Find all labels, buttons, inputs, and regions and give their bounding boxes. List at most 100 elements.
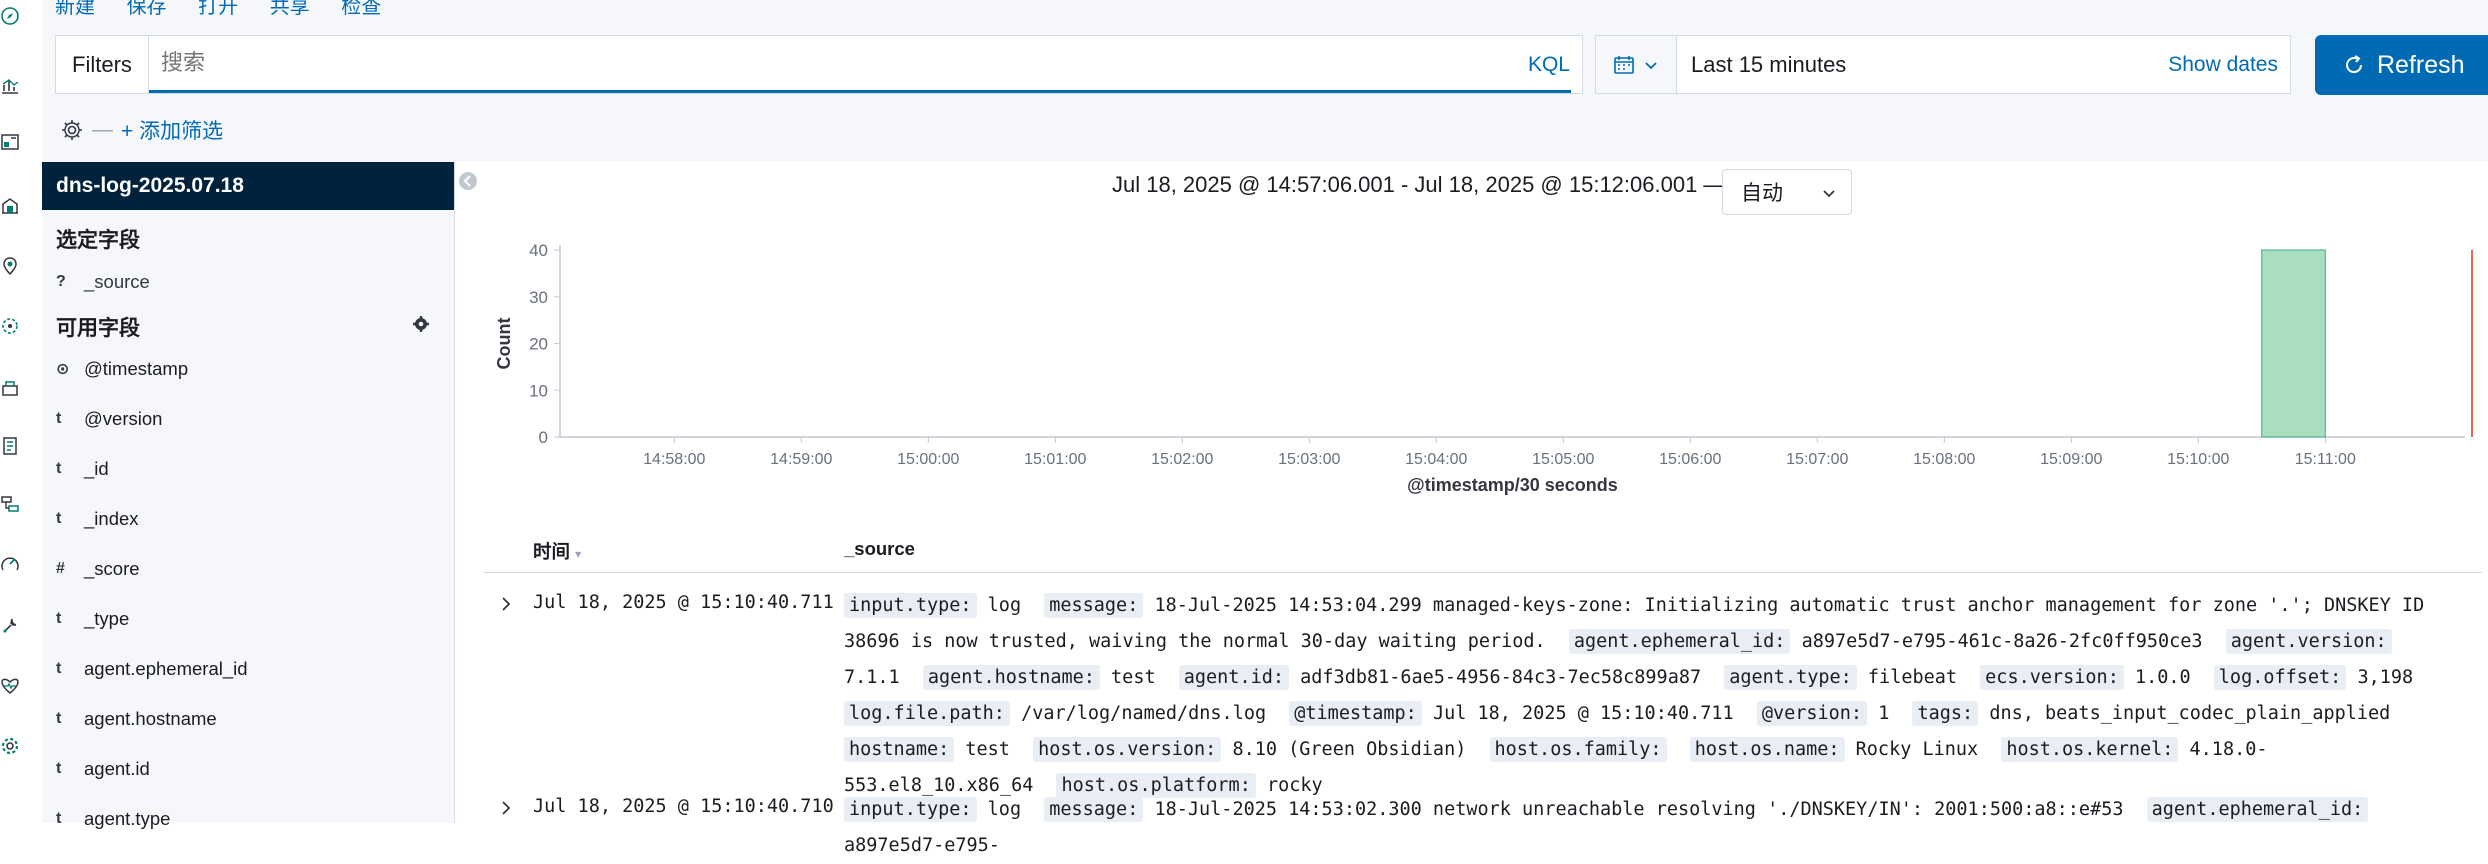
source-field-value: filebeat (1867, 667, 1969, 688)
menu-share[interactable]: 共享 (270, 0, 310, 18)
source-field-key: log.file.path: (844, 701, 1010, 726)
filter-separator: — (92, 118, 113, 141)
expand-row-icon[interactable] (496, 594, 516, 614)
y-axis-title: Count (494, 318, 514, 370)
interval-select[interactable]: 自动 (1722, 169, 1852, 215)
field-item[interactable]: t _index (56, 499, 139, 539)
menu-save[interactable]: 保存 (127, 0, 167, 18)
y-tick-label: 40 (529, 241, 548, 260)
field-item[interactable]: t agent.hostname (56, 699, 217, 739)
y-tick-label: 10 (529, 381, 548, 400)
source-field-value: 7.1.1 (844, 667, 911, 688)
maps-icon[interactable] (0, 256, 20, 276)
x-tick-label: 15:00:00 (897, 451, 959, 468)
row-source: input.type: log message: 18-Jul-2025 14:… (844, 792, 2454, 864)
filter-row: — + 添加筛选 (60, 115, 223, 145)
source-field-value: 1.0.0 (2134, 667, 2202, 688)
source-field-key: tags: (1912, 701, 1979, 726)
logs-icon[interactable] (0, 436, 20, 456)
date-range-text[interactable]: Last 15 minutes (1691, 36, 1846, 93)
x-tick-label: 15:11:00 (2295, 451, 2356, 468)
y-tick-label: 0 (539, 428, 548, 447)
source-field-key: agent.ephemeral_id: (2146, 797, 2369, 822)
field-item[interactable]: ⊙ @timestamp (56, 349, 188, 389)
field-type-icon: t (56, 610, 62, 627)
field-item[interactable]: t @version (56, 399, 162, 439)
chevron-down-icon (1645, 61, 1657, 69)
field-item[interactable]: t agent.type (56, 799, 170, 839)
selected-fields-title: 选定字段 (56, 229, 140, 252)
filters-button[interactable]: Filters (56, 36, 149, 93)
field-type-icon: t (56, 510, 62, 527)
source-field-key: host.os.version: (1033, 737, 1222, 762)
source-field-key: agent.version: (2225, 629, 2392, 654)
field-name: _id (84, 458, 109, 479)
x-tick-label: 15:10:00 (2167, 451, 2229, 468)
infrastructure-icon[interactable] (0, 378, 20, 398)
dashboard-icon[interactable] (0, 132, 20, 152)
kql-toggle[interactable]: KQL (1528, 36, 1570, 93)
collapse-sidebar-icon[interactable] (458, 171, 478, 191)
x-tick-label: 14:58:00 (643, 451, 705, 468)
source-field-key: host.os.family: (1489, 737, 1667, 762)
row-source: input.type: log message: 18-Jul-2025 14:… (844, 588, 2454, 804)
compass-icon[interactable] (0, 6, 20, 26)
source-field-key: @timestamp: (1289, 701, 1422, 726)
field-settings-gear-icon[interactable] (412, 315, 430, 333)
management-gear-icon[interactable] (0, 736, 20, 756)
source-field-value: test (965, 739, 1022, 760)
index-pattern-title[interactable]: dns-log-2025.07.18 (42, 162, 454, 210)
field-type-icon: # (56, 560, 65, 577)
quick-select-button[interactable] (1596, 36, 1677, 93)
query-bar: Filters KQL (55, 35, 1583, 94)
source-field-value: 3,198 (2357, 667, 2414, 688)
source-field-value: adf3db81-6ae5-4956-84c3-7ec58c899a87 (1300, 667, 1713, 688)
visualize-icon[interactable] (0, 76, 20, 96)
x-tick-label: 15:07:00 (1786, 451, 1848, 468)
date-picker: Last 15 minutes Show dates (1595, 35, 2291, 94)
refresh-button[interactable]: Refresh (2315, 35, 2488, 95)
apm-icon[interactable] (0, 494, 20, 514)
dev-tools-icon[interactable] (0, 616, 20, 636)
uptime-icon[interactable] (0, 554, 20, 574)
field-item[interactable]: t _type (56, 599, 129, 639)
row-timestamp: Jul 18, 2025 @ 15:10:40.710 (533, 796, 834, 817)
source-field-key: input.type: (844, 593, 977, 618)
field-type-icon: t (56, 760, 62, 777)
source-field-key: @version: (1756, 701, 1868, 726)
expand-row-icon[interactable] (496, 798, 516, 818)
histogram-chart: 0 10 20 30 40 14:58:00 14:59:00 15:00:00 15:01:0… (494, 241, 2473, 495)
col-header-time[interactable]: 时间 ▾ (533, 538, 581, 564)
show-dates-link[interactable]: Show dates (2168, 36, 2278, 93)
ml-icon[interactable] (0, 316, 20, 336)
field-item[interactable]: t agent.id (56, 749, 150, 789)
menu-inspect[interactable]: 检查 (341, 0, 381, 18)
field-type-icon: t (56, 810, 62, 827)
source-field-value: test (1111, 667, 1167, 688)
available-fields-title: 可用字段 (56, 317, 140, 340)
field-name: @version (84, 408, 163, 429)
x-tick-label: 15:01:00 (1024, 451, 1086, 468)
field-item[interactable]: # _score (56, 549, 140, 589)
source-field-value: 18-Jul-2025 14:53:02.300 network unreach… (1154, 799, 2135, 820)
source-field-key: hostname: (844, 737, 955, 762)
menu-open[interactable]: 打开 (198, 0, 238, 18)
canvas-icon[interactable] (0, 196, 20, 216)
menu-new[interactable]: 新建 (55, 0, 95, 18)
field-sidebar: dns-log-2025.07.18 选定字段 ? _source 可用字段 ⊙… (42, 162, 455, 829)
source-field-key: message: (1044, 797, 1144, 822)
x-tick-label: 15:06:00 (1659, 451, 1721, 468)
source-field-key: agent.ephemeral_id: (1568, 629, 1791, 654)
field-item[interactable]: t agent.ephemeral_id (56, 649, 248, 689)
field-item[interactable]: t _id (56, 449, 109, 489)
source-field-key: host.os.kernel: (2001, 737, 2179, 762)
interval-value: 自动 (1741, 182, 1783, 205)
search-input[interactable] (149, 36, 1571, 93)
sort-down-icon[interactable]: ▾ (575, 547, 581, 561)
source-field-value: 1 (1878, 703, 1901, 724)
filter-settings-gear-icon[interactable] (60, 118, 84, 142)
monitoring-icon[interactable] (0, 676, 20, 696)
field-item[interactable]: ? _source (56, 262, 150, 302)
x-tick-label: 15:09:00 (2040, 451, 2102, 468)
add-filter-link[interactable]: + 添加筛选 (121, 115, 223, 145)
